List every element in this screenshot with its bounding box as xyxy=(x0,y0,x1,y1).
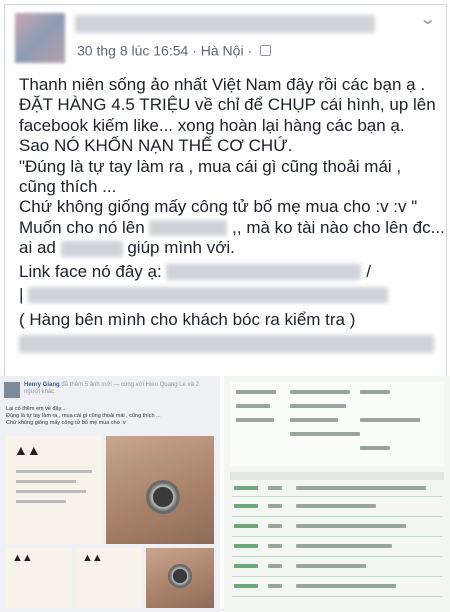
table-cell xyxy=(296,584,396,588)
post-line: Thanh niên sống ảo nhất Việt Nam đây rồi… xyxy=(19,75,426,94)
redacted-text xyxy=(149,220,228,237)
post-text-segment: ai ad xyxy=(19,238,56,258)
brand-logo-icon: ▲▲ xyxy=(82,552,103,564)
table-cell xyxy=(296,524,406,528)
chevron-down-icon[interactable]: ⌄ xyxy=(419,9,436,29)
brand-logo-icon: ▲▲ xyxy=(14,442,41,458)
table-row xyxy=(232,536,442,537)
table-cell xyxy=(296,504,376,508)
receipt-line xyxy=(16,480,76,483)
table-row xyxy=(232,556,442,557)
embedded-line: Đúng là tự tay làm ra , mua cái gì cũng … xyxy=(6,413,161,419)
embedded-avatar xyxy=(4,382,20,398)
author-name-redacted[interactable] xyxy=(75,15,375,33)
table-cell xyxy=(268,504,282,508)
table-cell xyxy=(268,486,282,490)
post-line xyxy=(19,334,444,354)
table-cell xyxy=(268,584,282,588)
table-row xyxy=(232,576,442,577)
receipt-line xyxy=(16,490,86,493)
embedded-line: Lại có thêm em về đây... xyxy=(6,406,66,412)
receipt-photo: ▲▲ xyxy=(76,548,142,608)
table-row xyxy=(232,496,442,497)
embedded-line: Chứ không giống mấy công tử bố mẹ mua ch… xyxy=(6,420,126,426)
post-text-segment: | xyxy=(19,284,24,304)
order-field-label xyxy=(236,418,274,422)
post-photo-left[interactable]: Henry Giang đã thêm 5 ảnh mới — cùng với… xyxy=(0,376,220,612)
table-cell xyxy=(234,584,258,588)
table-row xyxy=(232,516,442,517)
order-field-value xyxy=(290,432,360,436)
post-text-segment: giúp mình với. xyxy=(127,238,235,258)
receipt-line xyxy=(16,500,66,503)
post-line: facebook kiếm like... xong hoàn lại hàng… xyxy=(19,115,405,135)
table-cell xyxy=(234,504,258,508)
post-text: Thanh niên sống ảo nhất Việt Nam đây rồi… xyxy=(19,75,445,354)
redacted-text xyxy=(60,240,123,257)
post-text-segment: ,, mà ko tài nào cho lên đc... xyxy=(232,217,445,237)
embedded-text: Lại có thêm em về đây... Đúng là tự tay … xyxy=(6,406,216,427)
table-cell xyxy=(268,544,282,548)
order-field-value xyxy=(290,390,350,394)
order-field-value xyxy=(290,418,338,422)
timestamp[interactable]: 30 thg 8 lúc 16:54 xyxy=(77,42,188,58)
avatar[interactable] xyxy=(15,13,65,63)
post-meta: 30 thg 8 lúc 16:54 · Hà Nội · xyxy=(77,41,272,59)
table-cell xyxy=(234,524,258,528)
receipt-line xyxy=(16,470,92,473)
order-field-value xyxy=(360,418,420,422)
order-field-label xyxy=(360,390,390,394)
table-cell xyxy=(234,544,258,548)
post-line: Link face nó đây ạ: / xyxy=(19,262,444,282)
post-line: Chứ không giống mấy công tử bố mẹ mua ch… xyxy=(19,197,418,217)
globe-icon[interactable] xyxy=(260,44,272,56)
embedded-author: Henry Giang xyxy=(24,382,60,388)
table-cell xyxy=(268,524,282,528)
order-field-value xyxy=(360,446,390,450)
order-field-value xyxy=(290,404,346,408)
watch-icon xyxy=(146,480,180,514)
table-cell xyxy=(234,486,258,490)
location[interactable]: Hà Nội xyxy=(201,42,244,58)
table-header xyxy=(230,472,444,480)
post-line: ai ad giúp mình với. xyxy=(19,238,444,258)
order-info-panel xyxy=(230,382,444,466)
order-field-label xyxy=(236,404,270,408)
order-field-label xyxy=(236,390,276,394)
table-cell xyxy=(234,564,258,568)
table-cell xyxy=(296,486,426,490)
meta-separator: · xyxy=(192,42,197,59)
post-text-segment: Muốn cho nó lên xyxy=(19,217,145,237)
post-line: ( Hàng bên mình cho khách bóc ra kiểm tr… xyxy=(19,310,356,330)
post-line: | xyxy=(19,285,444,305)
redacted-link[interactable] xyxy=(166,264,362,281)
brand-logo-icon: ▲▲ xyxy=(12,552,33,564)
embedded-header: Henry Giang đã thêm 5 ảnh mới — cùng với… xyxy=(24,382,214,396)
post-line: Sao NÓ KHỐN NẠN THẾ CƠ CHỨ. xyxy=(19,136,293,156)
redacted-text xyxy=(19,335,434,354)
watch-icon xyxy=(168,564,192,588)
receipt-photo: ▲▲ xyxy=(6,548,72,608)
post-line: "Đúng là tự tay làm ra , mua cái gì cũng… xyxy=(19,156,402,176)
post-line: ĐẶT HÀNG 4.5 TRIỆU về chỉ để CHỤP cái hì… xyxy=(19,95,436,115)
table-cell xyxy=(296,564,366,568)
meta-separator: · xyxy=(247,42,253,59)
post-photo-right[interactable] xyxy=(224,376,450,612)
table-cell xyxy=(296,544,392,548)
post-text-segment: Link face nó đây ạ: xyxy=(19,261,162,281)
post-line: cũng thích ... xyxy=(19,176,117,196)
watch-photo xyxy=(106,436,214,544)
redacted-link[interactable] xyxy=(28,287,389,304)
receipt-photo: ▲▲ xyxy=(6,436,102,544)
table-cell xyxy=(268,564,282,568)
table-row xyxy=(232,596,442,597)
post-text-segment: / xyxy=(366,261,371,281)
post-line: Muốn cho nó lên ,, mà ko tài nào cho lên… xyxy=(19,217,445,238)
watch-photo xyxy=(146,548,214,608)
